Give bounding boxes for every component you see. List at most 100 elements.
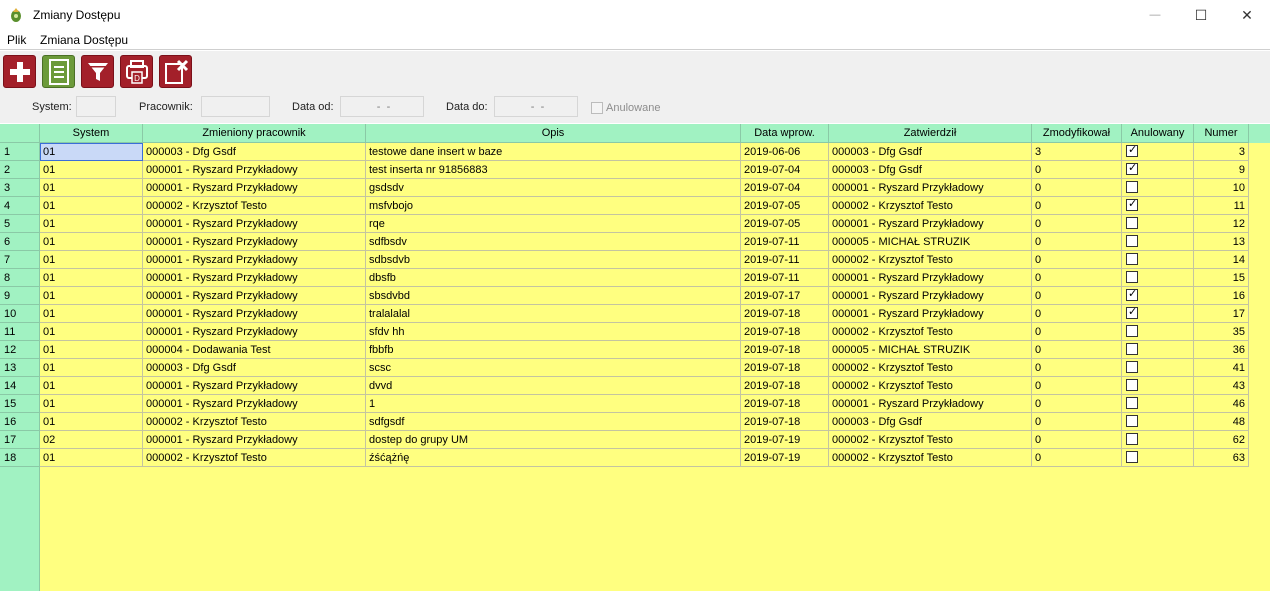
cell-approved-by[interactable]: 000002 - Krzysztof Testo <box>829 449 1032 467</box>
cell-modified-by[interactable]: 0 <box>1032 431 1122 449</box>
cell-employee[interactable]: 000001 - Ryszard Przykładowy <box>143 305 366 323</box>
cell-cancelled[interactable] <box>1122 431 1194 449</box>
cancelled-checkbox-cell[interactable]: ✓ <box>1126 198 1138 211</box>
cell-approved-by[interactable]: 000003 - Dfg Gsdf <box>829 161 1032 179</box>
cancelled-checkbox-cell[interactable]: ✓ <box>1126 288 1138 301</box>
cell-description[interactable]: scsc <box>366 359 741 377</box>
cell-description[interactable]: test inserta nr 91856883 <box>366 161 741 179</box>
cell-cancelled[interactable] <box>1122 413 1194 431</box>
cell-number[interactable]: 41 <box>1194 359 1249 377</box>
cancelled-checkbox[interactable] <box>591 102 603 114</box>
cell-description[interactable]: dvvd <box>366 377 741 395</box>
delete-button[interactable] <box>159 55 192 88</box>
cell-date[interactable]: 2019-07-05 <box>741 215 829 233</box>
cell-date[interactable]: 2019-07-18 <box>741 323 829 341</box>
cell-cancelled[interactable]: ✓ <box>1122 143 1194 161</box>
cell-date[interactable]: 2019-07-18 <box>741 341 829 359</box>
cell-modified-by[interactable]: 0 <box>1032 341 1122 359</box>
cancelled-checkbox-cell[interactable] <box>1126 397 1138 409</box>
cell-system[interactable]: 01 <box>40 413 143 431</box>
cell-system[interactable]: 01 <box>40 341 143 359</box>
row-number[interactable]: 7 <box>0 251 40 269</box>
cell-approved-by[interactable]: 000002 - Krzysztof Testo <box>829 251 1032 269</box>
cell-system[interactable]: 01 <box>40 251 143 269</box>
row-number[interactable]: 13 <box>0 359 40 377</box>
column-header-system[interactable]: System <box>40 124 143 143</box>
cell-modified-by[interactable]: 0 <box>1032 323 1122 341</box>
cell-system[interactable]: 01 <box>40 449 143 467</box>
menu-zmiana-dostepu[interactable]: Zmiana Dostępu <box>40 33 128 47</box>
edit-button[interactable] <box>42 55 75 88</box>
cell-date[interactable]: 2019-07-11 <box>741 233 829 251</box>
row-number[interactable]: 17 <box>0 431 40 449</box>
cell-number[interactable]: 17 <box>1194 305 1249 323</box>
cell-approved-by[interactable]: 000001 - Ryszard Przykładowy <box>829 395 1032 413</box>
cell-employee[interactable]: 000001 - Ryszard Przykładowy <box>143 323 366 341</box>
row-number[interactable]: 18 <box>0 449 40 467</box>
cell-date[interactable]: 2019-07-04 <box>741 161 829 179</box>
cell-date[interactable]: 2019-07-18 <box>741 305 829 323</box>
cell-cancelled[interactable] <box>1122 395 1194 413</box>
cell-date[interactable]: 2019-07-18 <box>741 377 829 395</box>
row-number[interactable]: 8 <box>0 269 40 287</box>
cell-approved-by[interactable]: 000003 - Dfg Gsdf <box>829 413 1032 431</box>
cell-system[interactable]: 01 <box>40 287 143 305</box>
cell-cancelled[interactable] <box>1122 377 1194 395</box>
cell-cancelled[interactable] <box>1122 359 1194 377</box>
print-button[interactable]: D <box>120 55 153 88</box>
cell-number[interactable]: 15 <box>1194 269 1249 287</box>
cell-cancelled[interactable]: ✓ <box>1122 161 1194 179</box>
cell-modified-by[interactable]: 3 <box>1032 143 1122 161</box>
row-number[interactable]: 10 <box>0 305 40 323</box>
cell-system[interactable]: 01 <box>40 395 143 413</box>
cell-cancelled[interactable] <box>1122 251 1194 269</box>
cell-employee[interactable]: 000001 - Ryszard Przykładowy <box>143 161 366 179</box>
cell-date[interactable]: 2019-07-11 <box>741 251 829 269</box>
cell-number[interactable]: 3 <box>1194 143 1249 161</box>
row-number[interactable]: 4 <box>0 197 40 215</box>
row-number[interactable]: 9 <box>0 287 40 305</box>
column-header-modified-by[interactable]: Zmodyfikował <box>1032 124 1122 143</box>
cell-approved-by[interactable]: 000001 - Ryszard Przykładowy <box>829 287 1032 305</box>
cell-approved-by[interactable]: 000002 - Krzysztof Testo <box>829 431 1032 449</box>
cell-description[interactable]: sbsdvbd <box>366 287 741 305</box>
cell-number[interactable]: 63 <box>1194 449 1249 467</box>
cell-number[interactable]: 46 <box>1194 395 1249 413</box>
cell-description[interactable]: sfdv hh <box>366 323 741 341</box>
cell-date[interactable]: 2019-07-19 <box>741 431 829 449</box>
cell-employee[interactable]: 000001 - Ryszard Przykładowy <box>143 251 366 269</box>
cell-description[interactable]: dbsfb <box>366 269 741 287</box>
date-to-input[interactable]: - - <box>494 96 578 117</box>
cell-description[interactable]: tralalalal <box>366 305 741 323</box>
cell-modified-by[interactable]: 0 <box>1032 305 1122 323</box>
column-header-number[interactable]: Numer <box>1194 124 1249 143</box>
cell-modified-by[interactable]: 0 <box>1032 413 1122 431</box>
filter-button[interactable] <box>81 55 114 88</box>
cell-modified-by[interactable]: 0 <box>1032 215 1122 233</box>
employee-input[interactable] <box>201 96 270 117</box>
cell-modified-by[interactable]: 0 <box>1032 179 1122 197</box>
cell-number[interactable]: 48 <box>1194 413 1249 431</box>
cell-number[interactable]: 10 <box>1194 179 1249 197</box>
cell-employee[interactable]: 000002 - Krzysztof Testo <box>143 413 366 431</box>
cell-description[interactable]: fbbfb <box>366 341 741 359</box>
cell-approved-by[interactable]: 000001 - Ryszard Przykładowy <box>829 215 1032 233</box>
date-from-input[interactable]: - - <box>340 96 424 117</box>
cell-approved-by[interactable]: 000005 - MICHAŁ STRUZIK <box>829 233 1032 251</box>
cell-system[interactable]: 01 <box>40 377 143 395</box>
cancelled-checkbox-cell[interactable] <box>1126 325 1138 337</box>
cell-number[interactable]: 12 <box>1194 215 1249 233</box>
cell-employee[interactable]: 000001 - Ryszard Przykładowy <box>143 233 366 251</box>
cell-cancelled[interactable] <box>1122 179 1194 197</box>
cell-cancelled[interactable] <box>1122 341 1194 359</box>
cell-approved-by[interactable]: 000002 - Krzysztof Testo <box>829 359 1032 377</box>
cell-employee[interactable]: 000001 - Ryszard Przykładowy <box>143 215 366 233</box>
cancelled-checkbox-cell[interactable] <box>1126 415 1138 427</box>
cell-employee[interactable]: 000001 - Ryszard Przykładowy <box>143 269 366 287</box>
cell-description[interactable]: sdbsdvb <box>366 251 741 269</box>
cell-number[interactable]: 43 <box>1194 377 1249 395</box>
row-number[interactable]: 5 <box>0 215 40 233</box>
cell-date[interactable]: 2019-07-18 <box>741 359 829 377</box>
cell-description[interactable]: msfvbojo <box>366 197 741 215</box>
cell-system[interactable]: 01 <box>40 323 143 341</box>
